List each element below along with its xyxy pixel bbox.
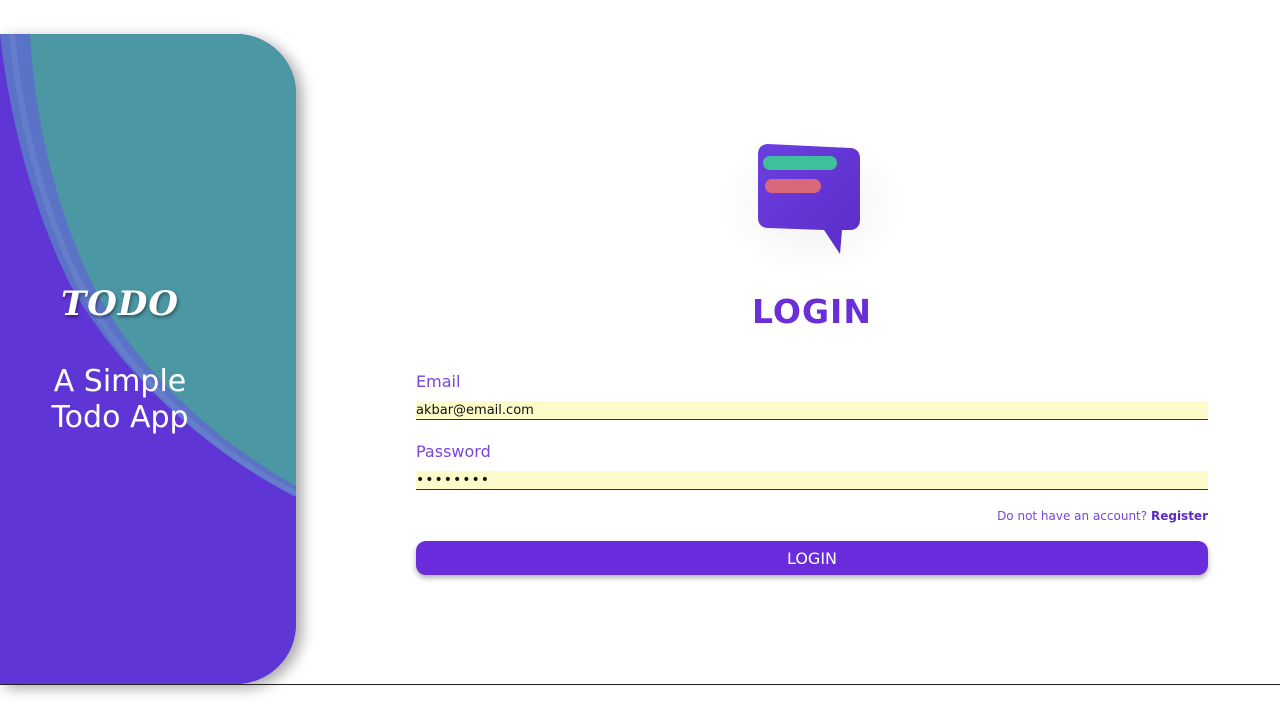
hero-panel: TODO A Simple Todo App: [0, 34, 296, 684]
password-field[interactable]: [416, 471, 1208, 490]
login-title: LOGIN: [752, 292, 872, 331]
tagline-line-1: A Simple: [53, 364, 187, 399]
email-field[interactable]: [416, 401, 1208, 420]
brand-logo-text: TODO: [60, 284, 180, 324]
password-label: Password: [416, 442, 491, 461]
app-logo: [712, 124, 912, 284]
chat-bubble-list-icon: [758, 144, 860, 254]
email-label: Email: [416, 372, 461, 391]
bottom-divider: [0, 684, 1280, 685]
tagline-line-2: Todo App: [51, 400, 189, 435]
app-tagline: A Simple Todo App: [0, 364, 240, 436]
hero-wave-background: [0, 34, 296, 684]
register-prompt: Do not have an account? Register: [900, 509, 1208, 523]
register-prompt-text: Do not have an account?: [997, 509, 1148, 523]
login-button[interactable]: LOGIN: [416, 541, 1208, 575]
login-page: TODO A Simple Todo App LOGIN Email Passw…: [0, 0, 1280, 720]
register-link[interactable]: Register: [1151, 509, 1208, 523]
